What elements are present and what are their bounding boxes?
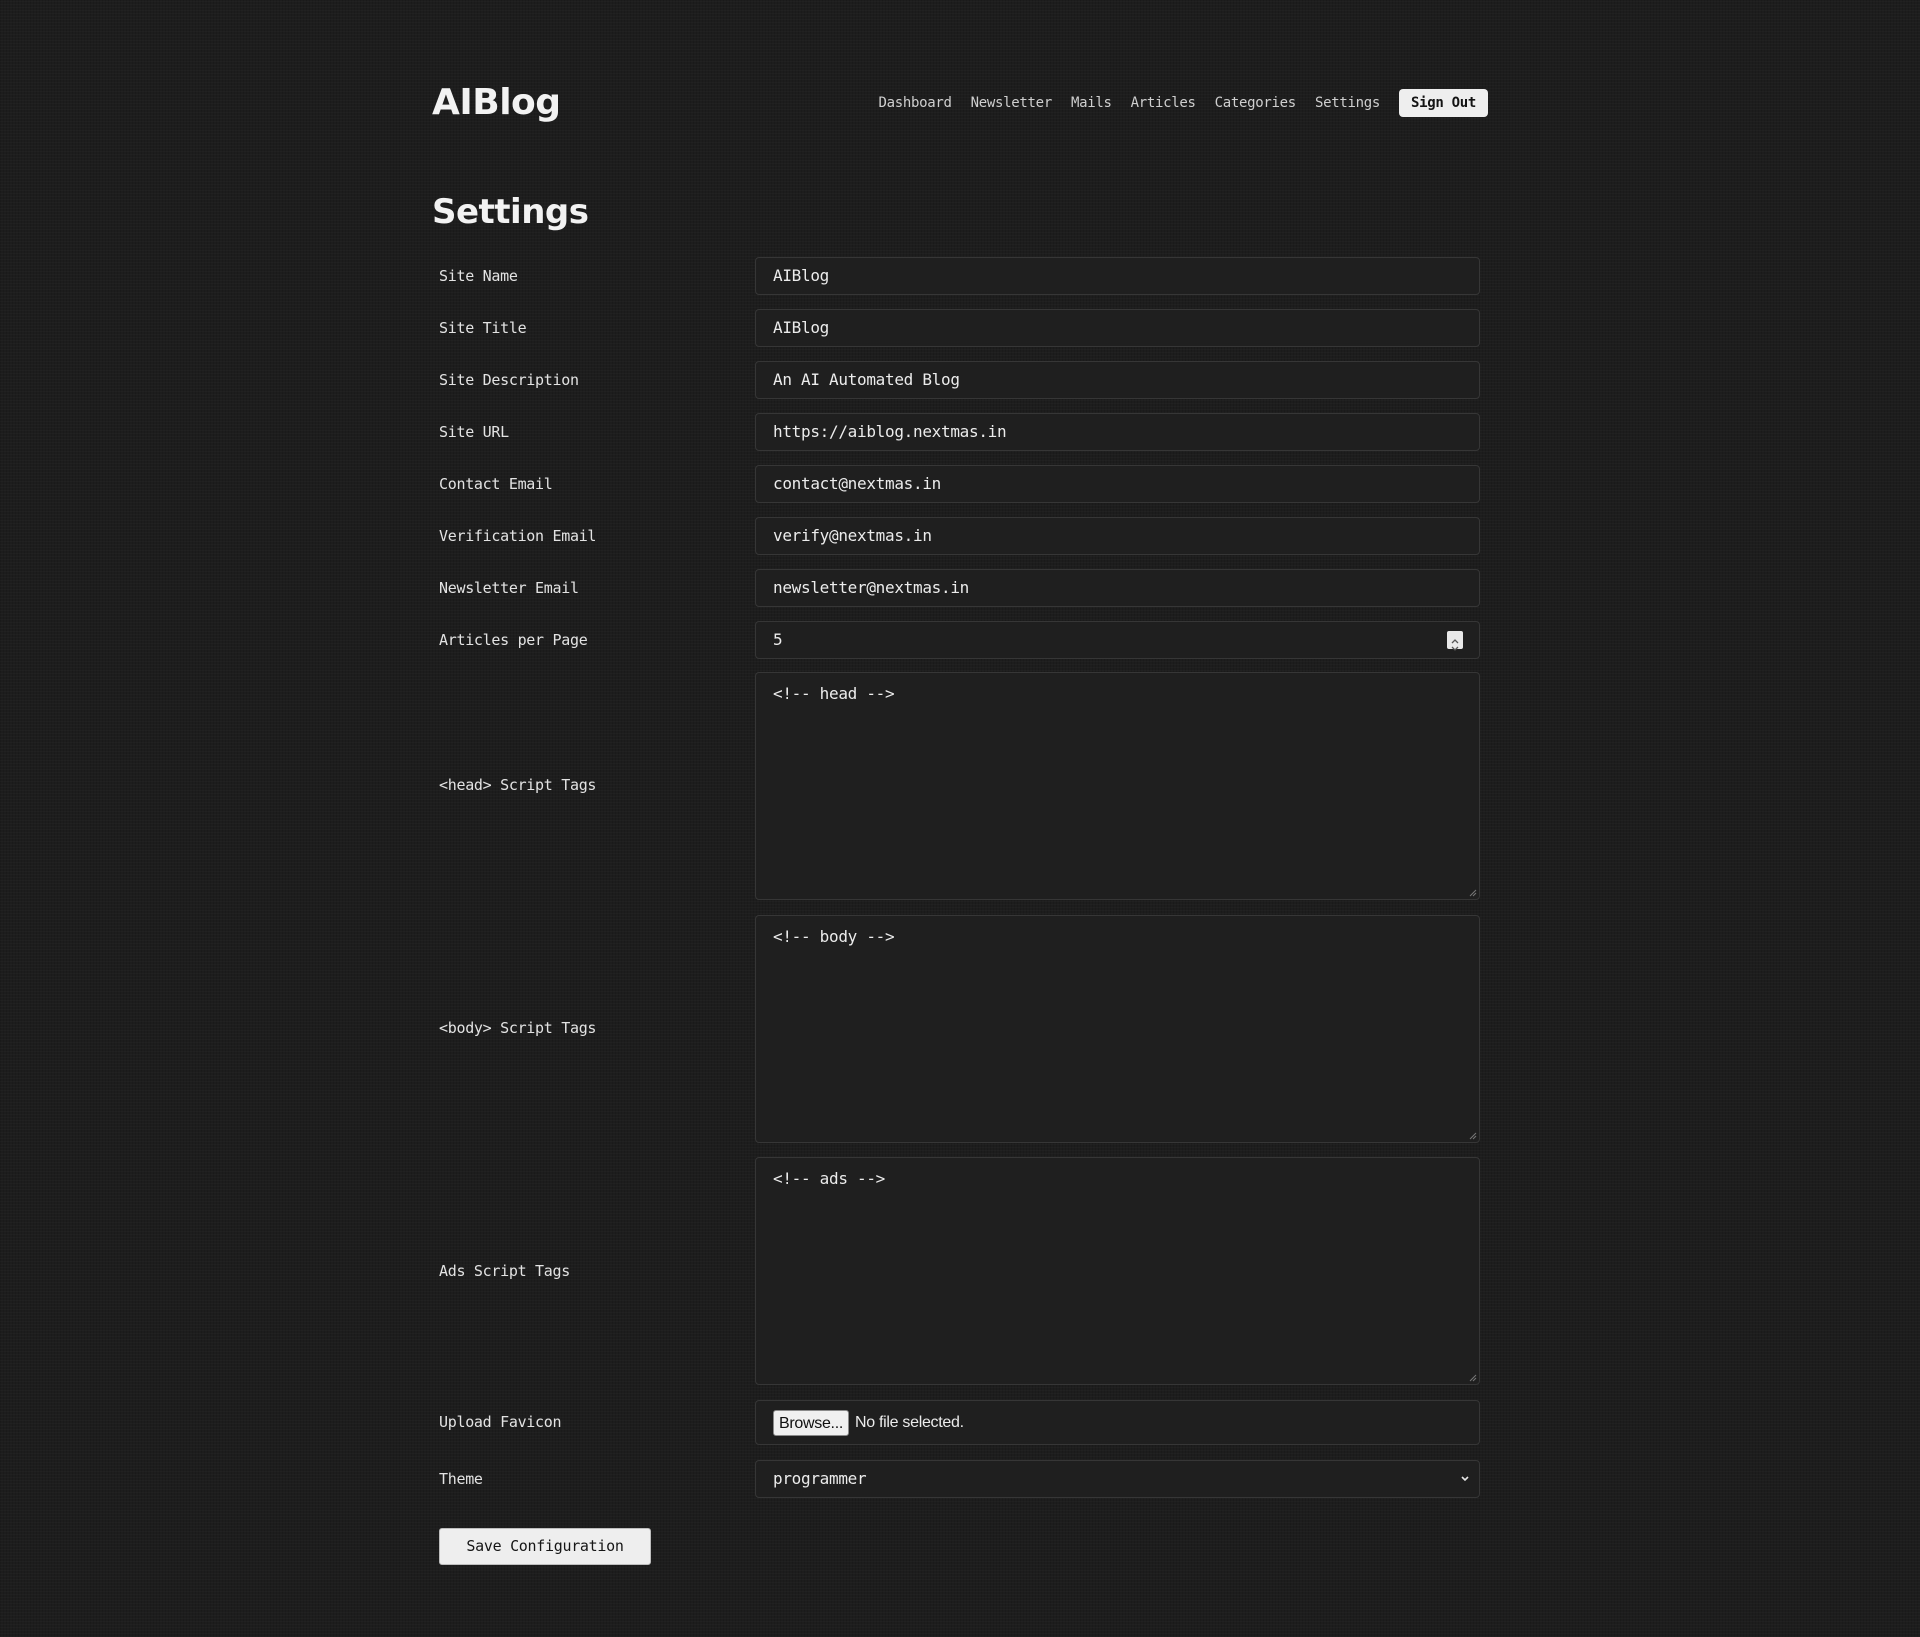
articles-per-page-wrapper: 5 (755, 621, 1480, 659)
articles-per-page-input[interactable]: 5 (773, 630, 783, 649)
ads-scripts-label: Ads Script Tags (439, 1262, 570, 1280)
body-scripts-value: <!-- body --> (773, 927, 895, 946)
site-logo[interactable]: AIBlog (432, 82, 561, 124)
header: AIBlog Dashboard Newsletter Mails Articl… (432, 0, 1488, 232)
main-nav: Dashboard Newsletter Mails Articles Cate… (859, 89, 1488, 117)
page-title: Settings (432, 192, 589, 232)
head-scripts-value: <!-- head --> (773, 684, 895, 703)
theme-select[interactable]: programmer (755, 1460, 1480, 1498)
contact-email-label: Contact Email (439, 475, 553, 493)
favicon-label: Upload Favicon (439, 1413, 562, 1431)
nav-settings[interactable]: Settings (1315, 89, 1380, 117)
site-description-label: Site Description (439, 371, 579, 389)
articles-per-page-label: Articles per Page (439, 631, 588, 649)
number-stepper-icon[interactable] (1447, 631, 1463, 651)
verification-email-label: Verification Email (439, 527, 597, 545)
verification-email-input[interactable]: verify@nextmas.in (755, 517, 1480, 555)
nav-categories[interactable]: Categories (1215, 89, 1297, 117)
nav-newsletter[interactable]: Newsletter (971, 89, 1053, 117)
contact-email-input[interactable]: contact@nextmas.in (755, 465, 1480, 503)
resize-grip-icon[interactable] (1467, 1130, 1477, 1140)
newsletter-email-input[interactable]: newsletter@nextmas.in (755, 569, 1480, 607)
sign-out-button[interactable]: Sign Out (1398, 89, 1488, 117)
body-scripts-textarea[interactable]: <!-- body --> (755, 915, 1480, 1143)
theme-label: Theme (439, 1470, 483, 1488)
save-configuration-button[interactable]: Save Configuration (439, 1528, 651, 1565)
nav-articles[interactable]: Articles (1131, 89, 1196, 117)
file-status-text: No file selected. (855, 1413, 964, 1431)
ads-scripts-value: <!-- ads --> (773, 1169, 885, 1188)
theme-selected-value: programmer (773, 1469, 867, 1488)
site-title-label: Site Title (439, 319, 527, 337)
page-container: AIBlog Dashboard Newsletter Mails Articl… (432, 0, 1488, 1565)
site-url-input[interactable]: https://aiblog.nextmas.in (755, 413, 1480, 451)
site-name-label: Site Name (439, 267, 518, 285)
head-scripts-label: <head> Script Tags (439, 776, 597, 794)
favicon-file-input: Browse... No file selected. (755, 1400, 1480, 1445)
head-scripts-textarea[interactable]: <!-- head --> (755, 672, 1480, 900)
body-scripts-label: <body> Script Tags (439, 1019, 597, 1037)
site-url-label: Site URL (439, 423, 509, 441)
site-description-input[interactable]: An AI Automated Blog (755, 361, 1480, 399)
chevron-down-icon (1461, 1476, 1469, 1482)
nav-mails[interactable]: Mails (1071, 89, 1112, 117)
ads-scripts-textarea[interactable]: <!-- ads --> (755, 1157, 1480, 1385)
nav-dashboard[interactable]: Dashboard (878, 89, 951, 117)
site-title-input[interactable]: AIBlog (755, 309, 1480, 347)
newsletter-email-label: Newsletter Email (439, 579, 579, 597)
resize-grip-icon[interactable] (1467, 887, 1477, 897)
site-name-input[interactable]: AIBlog (755, 257, 1480, 295)
browse-button[interactable]: Browse... (773, 1409, 849, 1436)
resize-grip-icon[interactable] (1467, 1372, 1477, 1382)
